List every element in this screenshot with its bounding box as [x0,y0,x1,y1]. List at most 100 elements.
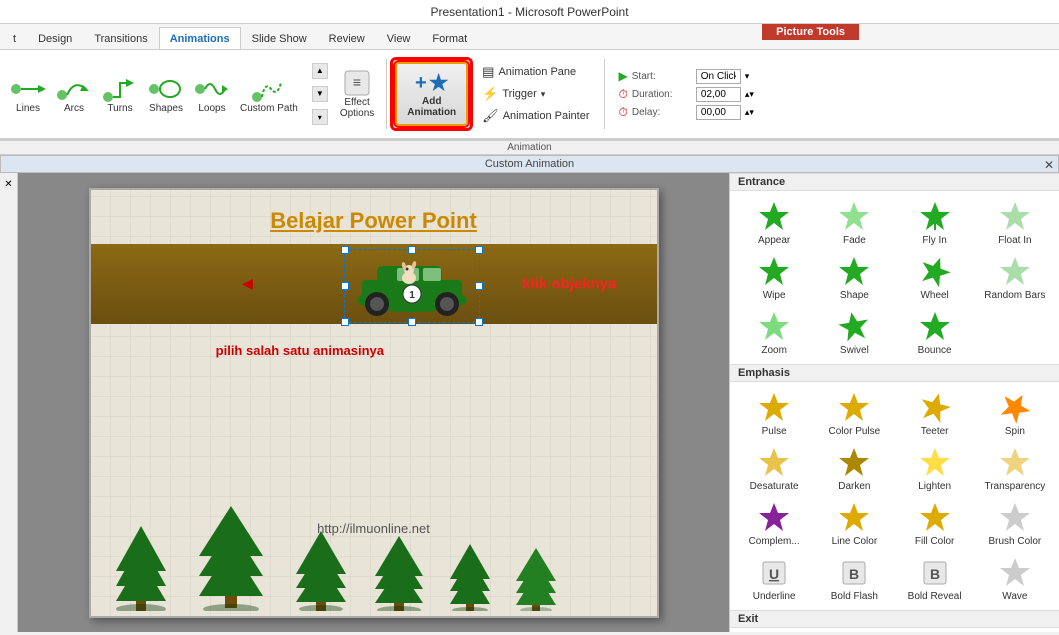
add-animation-label: Add Animation [407,96,456,118]
slide-title-text: Belajar Power Point [270,208,477,233]
slide-lower-trees [91,496,657,616]
anim-bold-reveal[interactable]: B Bold Reveal [895,551,975,606]
path-arcs[interactable]: Arcs [52,73,96,116]
trigger-btn[interactable]: ⚡ Trigger ▾ [476,84,595,104]
spin-label: Spin [1005,426,1025,437]
slide-area: Belajar Power Point ◄ 1 2 [18,173,729,632]
selection-handle-top[interactable] [408,246,416,254]
path-lines[interactable]: Lines [6,73,50,116]
desaturate-icon [756,445,792,481]
path-shapes[interactable]: Shapes [144,73,188,116]
divider-1 [386,59,387,129]
path-turns[interactable]: Turns [98,73,142,116]
duration-row: ⏱ Duration: ▴▾ [619,87,754,102]
tab-animations[interactable]: Animations [159,27,241,49]
float-in-icon [997,199,1033,235]
swivel-label: Swivel [840,345,869,356]
tab-slideshow[interactable]: Slide Show [241,27,318,49]
slide-banner: ◄ 1 2 [91,244,657,324]
handle-tr[interactable] [475,246,483,254]
handle-ml[interactable] [341,282,349,290]
swivel-icon [836,309,872,345]
ribbon-content: Lines Arcs Turns Shapes [0,50,1059,140]
divider-2 [604,59,605,129]
anim-line-color[interactable]: Line Color [814,496,894,551]
zoom-icon [756,309,792,345]
handle-bl[interactable] [341,318,349,326]
shape-label: Shape [840,290,869,301]
complement-icon [756,500,792,536]
fade-label: Fade [843,235,866,246]
left-panel-x-icon[interactable]: ✕ [2,177,14,192]
handle-bm[interactable] [408,318,416,326]
duration-value[interactable] [696,87,741,102]
svg-text:B: B [849,566,859,582]
car-object[interactable]: 1 [344,249,480,323]
anim-transparency[interactable]: Transparency [975,441,1055,496]
path-custom[interactable]: Custom Path [236,73,302,116]
handle-mr[interactable] [475,282,483,290]
delay-value[interactable] [696,105,741,120]
anim-fly-in[interactable]: Fly In [895,195,975,250]
duration-label: Duration: [632,89,692,100]
tab-t[interactable]: t [2,27,27,49]
animation-pane-btn[interactable]: ▤ Animation Pane [476,62,595,82]
add-animation-btn[interactable]: + ★ Add Animation [395,62,468,126]
right-ribbon-group: ▤ Animation Pane ⚡ Trigger ▾ 🖌 Animation… [476,62,595,126]
anim-color-pulse[interactable]: Color Pulse [814,386,894,441]
path-lines-label: Lines [16,103,40,114]
anim-shape[interactable]: Shape [814,250,894,305]
anim-darken[interactable]: Darken [814,441,894,496]
start-value[interactable] [696,69,741,84]
tab-format[interactable]: Format [421,27,478,49]
teeter-icon [917,390,953,426]
tab-transitions[interactable]: Transitions [83,27,158,49]
anim-swivel[interactable]: Swivel [814,305,894,360]
tab-view[interactable]: View [376,27,422,49]
tab-review[interactable]: Review [318,27,376,49]
anim-brush-color[interactable]: Brush Color [975,496,1055,551]
anim-spin[interactable]: Spin [975,386,1055,441]
entrance-section-header: Entrance [730,173,1059,191]
anim-appear[interactable]: Appear [734,195,814,250]
bounce-label: Bounce [918,345,952,356]
anim-bold-flash[interactable]: B Bold Flash [814,551,894,606]
anim-fill-color[interactable]: Fill Color [895,496,975,551]
anim-teeter[interactable]: Teeter [895,386,975,441]
transparency-icon [997,445,1033,481]
animation-painter-btn[interactable]: 🖌 Animation Painter [476,106,595,126]
scroll-up-arrow[interactable]: ▲ [312,63,328,79]
path-loops[interactable]: Loops [190,73,234,116]
duration-spinner[interactable]: ▴▾ [745,89,754,100]
anim-float-in[interactable]: Float In [975,195,1055,250]
handle-tl[interactable] [341,246,349,254]
arrow-indicator: ◄ [239,273,257,294]
effect-options-btn[interactable]: ≡ Effect Options [336,65,378,123]
fly-in-icon [917,199,953,235]
anim-wave[interactable]: Wave [975,551,1055,606]
handle-br[interactable] [475,318,483,326]
anim-desaturate[interactable]: Desaturate [734,441,814,496]
anim-zoom[interactable]: Zoom [734,305,814,360]
anim-random-bars[interactable]: Random Bars [975,250,1055,305]
underline-label: Underline [753,591,796,602]
panel-close-icon[interactable]: ✕ [1044,158,1054,172]
scroll-down-arrow[interactable]: ▼ [312,86,328,102]
workspace: ✕ Belajar Power Point ◄ 1 2 [0,173,1059,632]
tab-design[interactable]: Design [27,27,83,49]
anim-fade[interactable]: Fade [814,195,894,250]
picture-tools-tab[interactable]: Picture Tools [762,24,859,40]
duration-icon: ⏱ [619,87,628,102]
start-dropdown-icon[interactable]: ▾ [745,71,750,82]
anim-lighten[interactable]: Lighten [895,441,975,496]
anim-underline[interactable]: U Underline [734,551,814,606]
anim-complement[interactable]: Complem... [734,496,814,551]
anim-bounce[interactable]: Bounce [895,305,975,360]
scroll-more-arrow[interactable]: ▾ [312,109,328,125]
anim-pulse[interactable]: Pulse [734,386,814,441]
anim-wipe[interactable]: Wipe [734,250,814,305]
tree-5 [446,539,494,611]
title-bar: Presentation1 - Microsoft PowerPoint [0,0,1059,24]
anim-wheel[interactable]: Wheel [895,250,975,305]
delay-spinner[interactable]: ▴▾ [745,107,754,118]
